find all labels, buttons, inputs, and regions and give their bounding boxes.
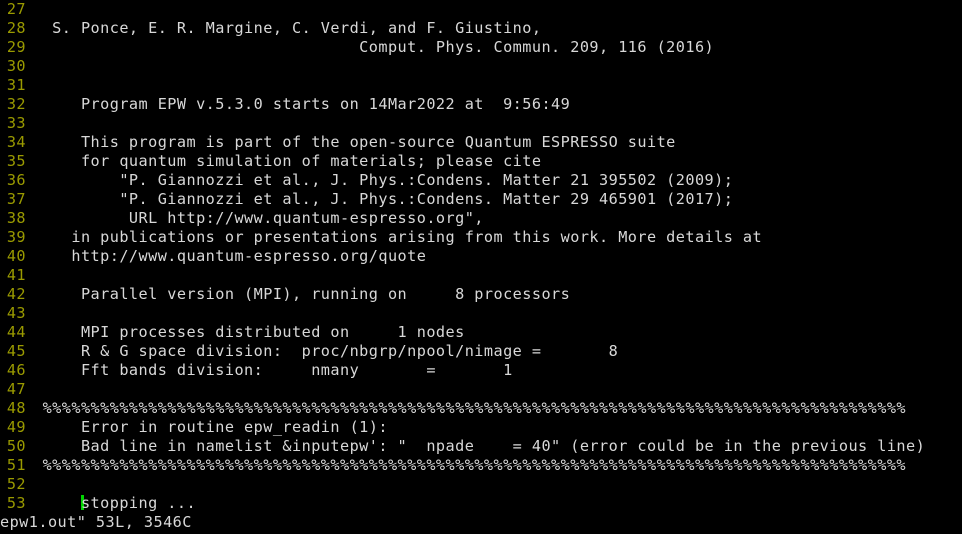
- line-content[interactable]: [33, 114, 962, 133]
- line-content[interactable]: [33, 76, 962, 95]
- line-content[interactable]: [33, 57, 962, 76]
- line-number: 27: [6, 0, 26, 18]
- line-content-after-cursor: stopping ...: [80, 494, 197, 512]
- line-number: 38: [6, 209, 26, 227]
- editor-line[interactable]: 38 URL http://www.quantum-espresso.org",: [0, 209, 962, 228]
- line-number: 44: [6, 323, 26, 341]
- terminal-window[interactable]: 27 28 S. Ponce, E. R. Margine, C. Verdi, …: [0, 0, 962, 534]
- editor-line[interactable]: 30: [0, 57, 962, 76]
- editor-line[interactable]: 45 R & G space division: proc/nbgrp/npoo…: [0, 342, 962, 361]
- line-number: 28: [6, 19, 26, 37]
- line-number: 41: [6, 266, 26, 284]
- line-number: 34: [6, 133, 26, 151]
- line-content[interactable]: This program is part of the open-source …: [33, 133, 962, 152]
- editor-line[interactable]: 48 %%%%%%%%%%%%%%%%%%%%%%%%%%%%%%%%%%%%%…: [0, 399, 962, 418]
- line-content[interactable]: Error in routine epw_readin (1):: [33, 418, 962, 437]
- editor-line[interactable]: 42 Parallel version (MPI), running on 8 …: [0, 285, 962, 304]
- line-content[interactable]: MPI processes distributed on 1 nodes: [33, 323, 962, 342]
- editor-line[interactable]: 47: [0, 380, 962, 399]
- line-number: 49: [6, 418, 26, 436]
- editor-line[interactable]: 43: [0, 304, 962, 323]
- line-content[interactable]: Fft bands division: nmany = 1: [33, 361, 962, 380]
- line-number: 51: [6, 456, 26, 474]
- editor-line[interactable]: 35 for quantum simulation of materials; …: [0, 152, 962, 171]
- line-content[interactable]: %%%%%%%%%%%%%%%%%%%%%%%%%%%%%%%%%%%%%%%%…: [33, 399, 962, 418]
- line-content[interactable]: http://www.quantum-espresso.org/quote: [33, 247, 962, 266]
- editor-line[interactable]: 39 in publications or presentations aris…: [0, 228, 962, 247]
- line-content[interactable]: [33, 380, 962, 399]
- line-number: 42: [6, 285, 26, 303]
- line-number: 48: [6, 399, 26, 417]
- editor-line[interactable]: 33: [0, 114, 962, 133]
- line-content[interactable]: "P. Giannozzi et al., J. Phys.:Condens. …: [33, 171, 962, 190]
- editor-line[interactable]: 46 Fft bands division: nmany = 1: [0, 361, 962, 380]
- line-number: 35: [6, 152, 26, 170]
- line-content[interactable]: [33, 304, 962, 323]
- editor-line[interactable]: 51 %%%%%%%%%%%%%%%%%%%%%%%%%%%%%%%%%%%%%…: [0, 456, 962, 475]
- editor-line[interactable]: 29 Comput. Phys. Commun. 209, 116 (2016): [0, 38, 962, 57]
- line-content[interactable]: stopping ...: [33, 494, 962, 513]
- line-number: 43: [6, 304, 26, 322]
- line-content[interactable]: [33, 266, 962, 285]
- line-content[interactable]: S. Ponce, E. R. Margine, C. Verdi, and F…: [33, 19, 962, 38]
- editor-line[interactable]: 50 Bad line in namelist &inputepw': " np…: [0, 437, 962, 456]
- editor-line[interactable]: 37 "P. Giannozzi et al., J. Phys.:Conden…: [0, 190, 962, 209]
- line-number: 50: [6, 437, 26, 455]
- line-content[interactable]: R & G space division: proc/nbgrp/npool/n…: [33, 342, 962, 361]
- line-number: 53: [6, 494, 26, 512]
- editor-line[interactable]: 41: [0, 266, 962, 285]
- editor-line[interactable]: 32 Program EPW v.5.3.0 starts on 14Mar20…: [0, 95, 962, 114]
- vim-status-line: epw1.out" 53L, 3546C: [0, 513, 192, 531]
- line-number: 52: [6, 475, 26, 493]
- line-content[interactable]: "P. Giannozzi et al., J. Phys.:Condens. …: [33, 190, 962, 209]
- line-content[interactable]: Program EPW v.5.3.0 starts on 14Mar2022 …: [33, 95, 962, 114]
- line-number: 46: [6, 361, 26, 379]
- line-content[interactable]: Comput. Phys. Commun. 209, 116 (2016): [33, 38, 962, 57]
- editor-line[interactable]: 28 S. Ponce, E. R. Margine, C. Verdi, an…: [0, 19, 962, 38]
- editor-line[interactable]: 27: [0, 0, 962, 19]
- line-content[interactable]: Parallel version (MPI), running on 8 pro…: [33, 285, 962, 304]
- vim-text-buffer[interactable]: 27 28 S. Ponce, E. R. Margine, C. Verdi, …: [0, 0, 962, 513]
- line-number: 39: [6, 228, 26, 246]
- editor-line[interactable]: 49 Error in routine epw_readin (1):: [0, 418, 962, 437]
- line-number: 30: [6, 57, 26, 75]
- editor-line[interactable]: 44 MPI processes distributed on 1 nodes: [0, 323, 962, 342]
- editor-line[interactable]: 34 This program is part of the open-sour…: [0, 133, 962, 152]
- line-content[interactable]: [33, 0, 962, 19]
- line-content[interactable]: URL http://www.quantum-espresso.org",: [33, 209, 962, 228]
- line-number: 45: [6, 342, 26, 360]
- line-content[interactable]: Bad line in namelist &inputepw': " npade…: [33, 437, 962, 456]
- line-content[interactable]: for quantum simulation of materials; ple…: [33, 152, 962, 171]
- line-content[interactable]: [33, 475, 962, 494]
- line-number: 36: [6, 171, 26, 189]
- editor-line[interactable]: 36 "P. Giannozzi et al., J. Phys.:Conden…: [0, 171, 962, 190]
- editor-line[interactable]: 31: [0, 76, 962, 95]
- line-number: 32: [6, 95, 26, 113]
- editor-line[interactable]: 53 stopping ...: [0, 494, 962, 513]
- line-number: 37: [6, 190, 26, 208]
- line-content[interactable]: %%%%%%%%%%%%%%%%%%%%%%%%%%%%%%%%%%%%%%%%…: [33, 456, 962, 475]
- line-number: 29: [6, 38, 26, 56]
- line-number: 40: [6, 247, 26, 265]
- line-content-before-cursor: [33, 494, 81, 512]
- line-number: 47: [6, 380, 26, 398]
- editor-line[interactable]: 52: [0, 475, 962, 494]
- line-number: 33: [6, 114, 26, 132]
- line-number: 31: [6, 76, 26, 94]
- line-content[interactable]: in publications or presentations arising…: [33, 228, 962, 247]
- editor-line[interactable]: 40 http://www.quantum-espresso.org/quote: [0, 247, 962, 266]
